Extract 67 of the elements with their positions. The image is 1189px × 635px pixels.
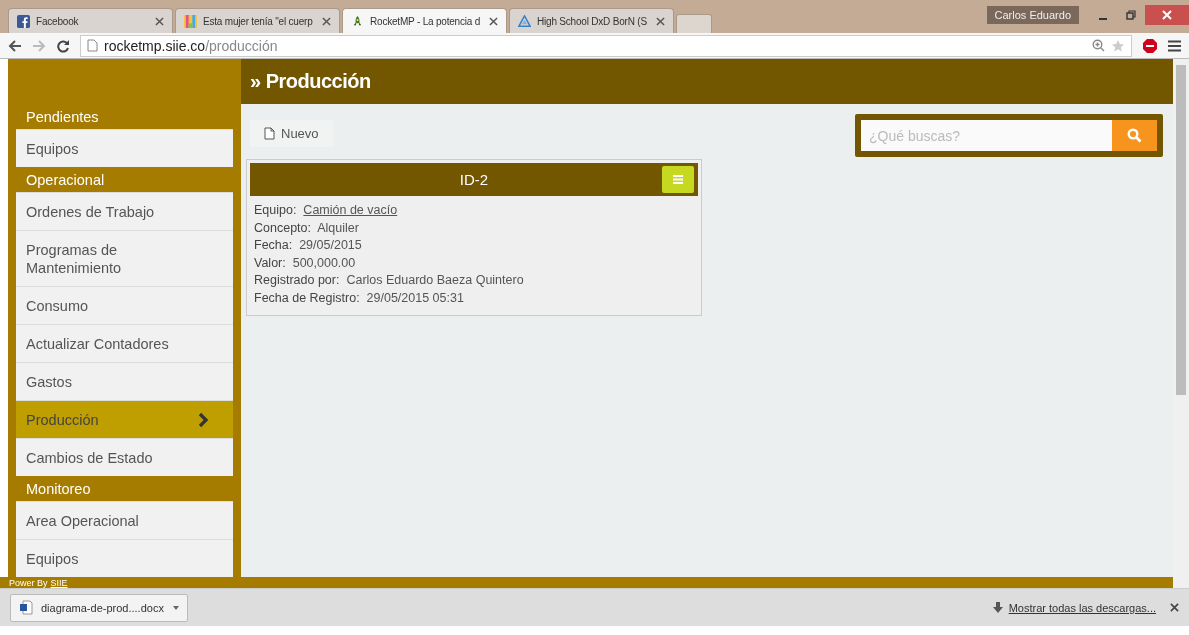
browser-tab[interactable]: RocketMP - La potencia d (342, 8, 507, 33)
colorful-square-icon (184, 14, 197, 28)
field-value: 29/05/2015 05:31 (366, 290, 464, 305)
sidebar-item[interactable]: Consumo (16, 286, 233, 324)
section-header: Operacional (25, 171, 106, 190)
facebook-icon (17, 14, 30, 28)
close-icon[interactable] (1170, 603, 1179, 612)
close-icon[interactable] (656, 16, 665, 26)
search-field[interactable]: ¿Qué buscas? (861, 120, 1112, 151)
rocket-icon (351, 14, 364, 28)
close-icon[interactable] (322, 16, 331, 26)
sidebar-item[interactable]: Ordenes de Trabajo (16, 192, 233, 230)
section-header: Pendientes (25, 108, 100, 127)
scrollbar[interactable] (1173, 59, 1189, 588)
field-value: 29/05/2015 (299, 238, 362, 252)
footer-link[interactable]: SIIE (50, 577, 68, 588)
chevron-icon (198, 412, 209, 428)
reload-icon[interactable] (56, 38, 70, 53)
browser-tab[interactable]: Esta mujer tenía "el cuerp (175, 8, 340, 33)
close-icon[interactable] (155, 16, 164, 26)
triangle-icon (518, 14, 531, 28)
address-field[interactable]: rocketmp.siie.co/producción (80, 34, 1132, 57)
caret-icon[interactable] (173, 605, 179, 610)
new-button[interactable]: Nuevo (250, 120, 333, 147)
section-header: Monitoreo (25, 480, 92, 499)
document-icon (264, 127, 275, 140)
sidebar-item[interactable]: Programas de Mantenimiento (16, 230, 233, 286)
sidebar-item[interactable]: Equipos (16, 539, 233, 577)
sidebar-item[interactable]: Producción (16, 400, 233, 438)
stop-sign-icon[interactable] (1142, 37, 1158, 54)
close-button[interactable] (1145, 5, 1189, 25)
field-value: Carlos Eduardo Baeza Quintero (346, 273, 524, 287)
field-label: Fecha de Registro: (254, 290, 360, 305)
sidebar-item[interactable]: Gastos (16, 362, 233, 400)
browser-tab[interactable]: Facebook (8, 8, 173, 33)
star-icon[interactable] (1111, 38, 1125, 53)
field-label: Registrado por: (254, 273, 340, 287)
field-value: 500,000.00 (292, 255, 356, 270)
download-icon (992, 602, 1003, 613)
sidebar-item[interactable]: Cambios de Estado (16, 438, 233, 476)
restore-icon (1126, 10, 1136, 20)
close-icon[interactable] (489, 16, 498, 26)
sidebar-item[interactable]: Actualizar Contadores (16, 324, 233, 362)
menu-icon[interactable] (1168, 39, 1181, 52)
zoom-icon[interactable] (1092, 39, 1105, 52)
close-icon (1162, 10, 1172, 20)
download-item[interactable]: diagrama-de-prod....docx (10, 593, 188, 622)
minimize-icon (1099, 18, 1107, 20)
word-document-icon (19, 600, 33, 615)
sidebar-item[interactable]: Area Operacional (16, 501, 233, 539)
show-all-downloads-link[interactable]: Mostrar todas las descargas... (1008, 601, 1156, 614)
field-label: Fecha: (254, 238, 293, 252)
browser-tab[interactable]: High School DxD BorN (S (509, 8, 674, 33)
field-value: Alquiler (317, 220, 359, 235)
menu-icon (673, 175, 683, 184)
back-icon[interactable] (8, 38, 22, 53)
field-label: Concepto: (254, 220, 311, 235)
field-label: Equipo: (254, 203, 297, 217)
sidebar-item[interactable]: Equipos (16, 129, 233, 167)
profile-name[interactable]: Carlos Eduardo (986, 6, 1079, 24)
page-icon (87, 39, 98, 52)
card-title: ID-2 (459, 171, 489, 188)
search-icon (1127, 128, 1142, 143)
field-label: Valor: (254, 255, 286, 270)
page-title: » Producción (241, 59, 1173, 104)
footer-text: Power By (9, 577, 48, 588)
field-link[interactable]: Camión de vacío (303, 203, 398, 217)
